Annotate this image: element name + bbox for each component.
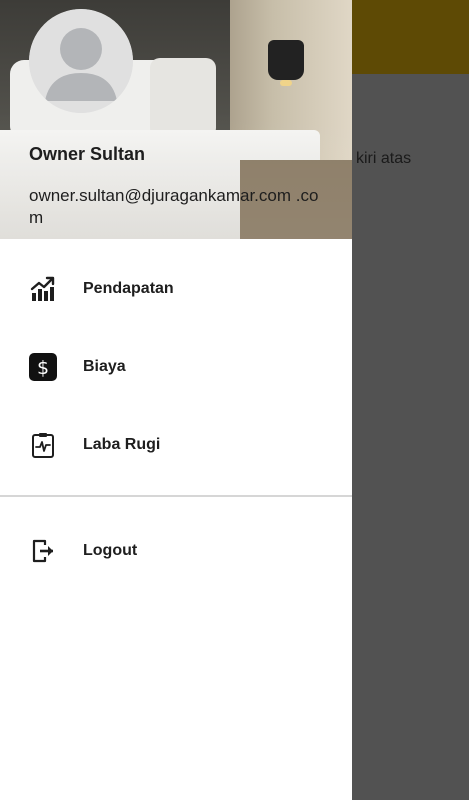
user-email: owner.sultan@djuragankamar.com .com	[29, 186, 319, 227]
menu-item-label: Biaya	[83, 358, 126, 375]
menu-item-biaya[interactable]: $ Biaya	[0, 328, 352, 406]
drawer-header: Owner Sultan owner.sultan@djuragankamar.…	[0, 0, 352, 239]
clipboard-pulse-icon	[29, 431, 57, 459]
logout-menu: Logout	[0, 512, 352, 590]
avatar[interactable]	[29, 9, 133, 113]
menu-item-label: Laba Rugi	[83, 436, 161, 453]
menu-item-logout[interactable]: Logout	[0, 512, 352, 590]
user-name: Owner Sultan	[29, 144, 146, 164]
navigation-drawer: Owner Sultan owner.sultan@djuragankamar.…	[0, 0, 352, 800]
menu-divider	[0, 495, 352, 497]
drawer-menu: Pendapatan $ Biaya Laba Rugi	[0, 250, 352, 484]
logout-icon	[29, 537, 57, 565]
chart-up-icon	[29, 275, 57, 303]
menu-item-label: Pendapatan	[83, 280, 174, 297]
dollar-icon: $	[29, 353, 57, 381]
menu-item-pendapatan[interactable]: Pendapatan	[0, 250, 352, 328]
menu-item-label: Logout	[83, 542, 138, 559]
svg-text:$: $	[37, 357, 49, 379]
user-avatar-icon	[29, 9, 133, 113]
menu-item-laba-rugi[interactable]: Laba Rugi	[0, 406, 352, 484]
background-hint-text: kiri atas	[356, 150, 412, 167]
